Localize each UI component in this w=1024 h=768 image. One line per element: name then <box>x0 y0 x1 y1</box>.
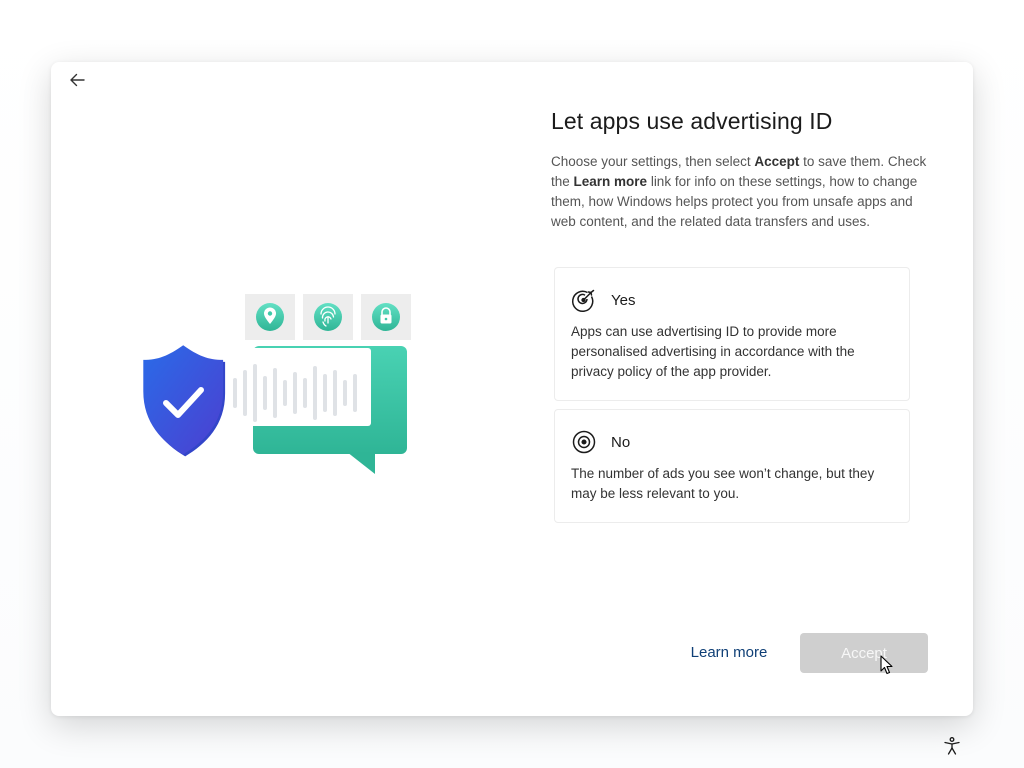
accessibility-button[interactable] <box>940 734 964 758</box>
option-description: The number of ads you see won’t change, … <box>571 466 875 501</box>
accessibility-icon <box>944 737 960 755</box>
page-title: Let apps use advertising ID <box>551 108 833 134</box>
description-learn-more-emphasis: Learn more <box>573 174 648 189</box>
privacy-illustration <box>143 286 411 474</box>
learn-more-link[interactable]: Learn more <box>679 644 779 666</box>
setup-card: Let apps use advertising ID Choose your … <box>51 62 973 716</box>
option-header: No <box>571 428 893 456</box>
accept-button[interactable]: Accept <box>800 633 928 673</box>
fingerprint-icon <box>314 303 342 331</box>
padlock-icon <box>372 303 400 331</box>
soundwave-icon <box>233 364 357 422</box>
location-pin-icon <box>256 303 284 331</box>
arrow-left-icon <box>70 73 85 87</box>
option-yes[interactable]: Yes Apps can use advertising ID to provi… <box>554 267 910 401</box>
target-icon <box>571 429 597 455</box>
content-panel: Let apps use advertising ID Choose your … <box>551 106 941 232</box>
page-description: Choose your settings, then select Accept… <box>551 152 941 232</box>
description-accept-emphasis: Accept <box>754 154 800 169</box>
option-label: No <box>611 433 631 451</box>
shield-check-icon <box>143 345 226 457</box>
target-arrow-icon <box>571 287 597 313</box>
option-label: Yes <box>611 291 636 309</box>
back-button[interactable] <box>61 64 93 96</box>
oobe-page: Let apps use advertising ID Choose your … <box>0 0 1024 768</box>
option-header: Yes <box>571 286 893 314</box>
description-text: Choose your settings, then select <box>551 154 755 169</box>
option-description: Apps can use advertising ID to provide m… <box>571 324 855 379</box>
option-no[interactable]: No The number of ads you see won’t chang… <box>554 409 910 523</box>
